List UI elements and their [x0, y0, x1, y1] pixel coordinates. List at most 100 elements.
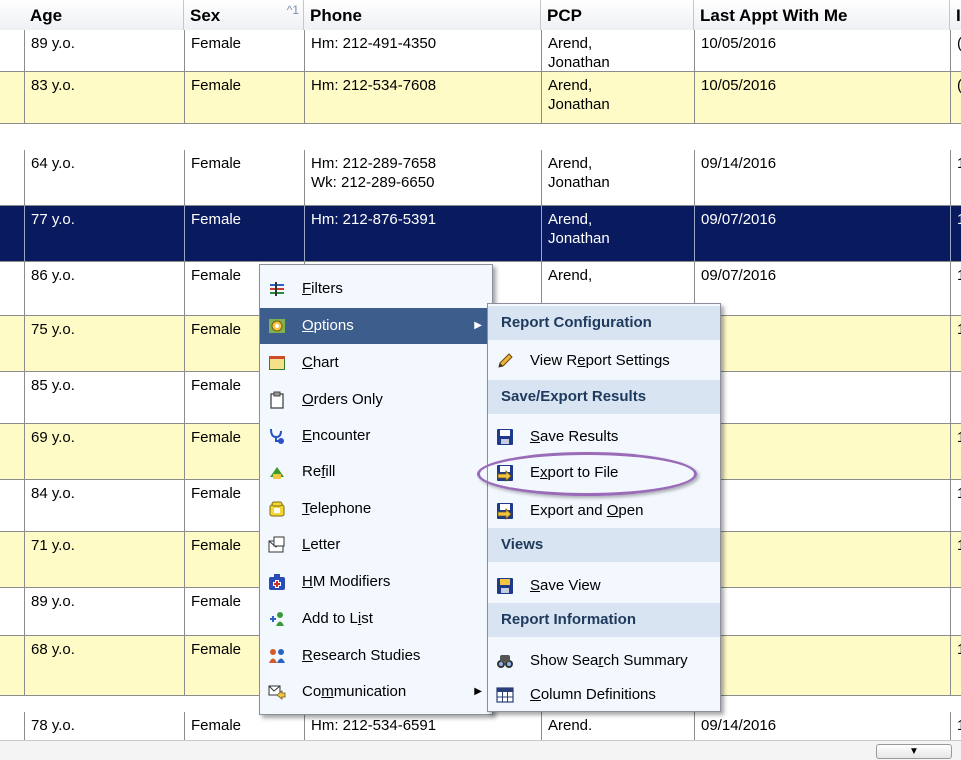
- cell-pcp: Arend.: [541, 712, 694, 740]
- submenu-arrow-icon: ▶: [474, 686, 482, 697]
- menu-item-show-search-summary[interactable]: Show Search Summary: [488, 643, 720, 679]
- section-report-information: Report Information: [488, 603, 720, 637]
- stethoscope-icon: [270, 428, 284, 444]
- section-report-configuration: Report Configuration: [488, 306, 720, 340]
- cell-sex-line1: Female: [191, 211, 242, 228]
- menu-item-save-results[interactable]: Save Results: [488, 419, 720, 455]
- floppy-disk-icon: [497, 429, 513, 445]
- column-header-pcp[interactable]: PCP: [541, 0, 694, 30]
- status-bar: ▼: [0, 740, 961, 760]
- context-menu: Filters Options ▶ Chart Orders Only Encounter…: [259, 264, 493, 715]
- column-header-last-appt[interactable]: Last Appt With Me: [694, 0, 950, 30]
- menu-item-letter[interactable]: Letter: [260, 527, 492, 563]
- communication-icon: [268, 685, 286, 700]
- table-row[interactable]: 64 y.o. Female Hm: 212-289-7658 Wk: 212-289…: [0, 150, 961, 206]
- cell-extra: 1: [950, 532, 961, 587]
- cell-sex: Female: [184, 712, 304, 740]
- cell-last-appt: [694, 636, 950, 695]
- menu-item-view-report-settings[interactable]: View Report Settings: [488, 343, 720, 379]
- menu-item-options[interactable]: Options ▶: [260, 308, 492, 344]
- column-header-extra[interactable]: I: [950, 0, 961, 30]
- cell-pcp: Arend, Jonathan: [541, 30, 694, 71]
- cell-last-appt-line1: 10/05/2016: [701, 77, 777, 94]
- menu-item-research-studies[interactable]: Research Studies: [260, 638, 492, 674]
- cell-phone: Hm: 212-534-6591: [304, 712, 541, 740]
- menu-item-orders-only[interactable]: Orders Only: [260, 382, 492, 418]
- cell-last-appt: [694, 424, 950, 479]
- cell-age-line1: 84 y.o.: [31, 485, 75, 502]
- cell-last-appt: [694, 480, 950, 531]
- cell-age-line1: 64 y.o.: [31, 155, 75, 172]
- cell-age-line1: 78 y.o.: [31, 717, 75, 734]
- cell-pcp: Arend, Jonathan: [541, 206, 694, 261]
- table-row[interactable]: 89 y.o. Female Hm: 212-491-4350 Arend, Jonat…: [0, 30, 961, 72]
- save-view-icon: [497, 578, 513, 594]
- cell-phone-line1: Hm: 212-876-5391: [311, 211, 437, 228]
- cell-age-line1: 75 y.o.: [31, 321, 75, 338]
- section-views: Views: [488, 528, 720, 562]
- cell-extra-line1: 1: [957, 484, 961, 503]
- cell-pcp-line2: Jonathan: [548, 174, 610, 191]
- cell-age-line1: 77 y.o.: [31, 211, 75, 228]
- cell-pcp-line1: Arend,: [548, 211, 593, 228]
- cell-age: 75 y.o.: [24, 316, 184, 371]
- cell-last-appt-line1: 09/07/2016: [701, 211, 777, 228]
- binoculars-icon: [497, 655, 513, 668]
- cell-last-appt: 09/07/2016: [694, 206, 950, 261]
- menu-item-communication[interactable]: Communication ▶: [260, 674, 492, 710]
- cell-age: 78 y.o.: [24, 712, 184, 740]
- table-row[interactable]: 78 y.o. Female Hm: 212-534-6591 Arend. 09/14…: [0, 712, 961, 740]
- table-row[interactable]: 83 y.o. Female Hm: 212-534-7608 Arend, Jonat…: [0, 72, 961, 124]
- cell-extra-line1: 1: [957, 536, 961, 555]
- cell-phone-line1: Hm: 212-491-4350: [311, 35, 437, 52]
- menu-item-add-to-list[interactable]: Add to List: [260, 601, 492, 637]
- cell-extra: 1: [950, 480, 961, 531]
- cell-age: 89 y.o.: [24, 588, 184, 635]
- orders-icon: [270, 391, 284, 409]
- column-header-age[interactable]: Age: [24, 0, 184, 30]
- cell-age: 68 y.o.: [24, 636, 184, 695]
- cell-extra: [950, 588, 961, 635]
- menu-item-chart[interactable]: Chart: [260, 345, 492, 381]
- cell-phone: Hm: 212-491-4350: [304, 30, 541, 71]
- cell-age: 83 y.o.: [24, 72, 184, 123]
- cell-extra-line1: (: [957, 34, 961, 53]
- menu-item-column-definitions[interactable]: Column Definitions: [488, 677, 720, 713]
- cell-pcp: Arend, Jonathan: [541, 150, 694, 205]
- cell-extra-line1: 1: [957, 716, 961, 735]
- grid-header: Age Sex ^1 Phone PCP Last Appt With Me I: [0, 0, 961, 31]
- menu-item-telephone[interactable]: Telephone: [260, 491, 492, 527]
- menu-item-filters[interactable]: Filters: [260, 271, 492, 307]
- menu-item-encounter[interactable]: Encounter: [260, 418, 492, 454]
- cell-age: 69 y.o.: [24, 424, 184, 479]
- menu-item-refill[interactable]: Refill: [260, 454, 492, 490]
- cell-phone-line1: Hm: 212-534-7608: [311, 77, 437, 94]
- cell-sex: Female: [184, 206, 304, 261]
- cell-extra: 1: [950, 150, 961, 205]
- cell-pcp-line1: Arend,: [548, 77, 593, 94]
- menu-item-export-and-open[interactable]: Export and Open: [488, 493, 720, 529]
- scroll-down-button[interactable]: ▼: [876, 744, 952, 759]
- cell-age: 84 y.o.: [24, 480, 184, 531]
- sort-indicator: ^1: [286, 3, 299, 17]
- table-row[interactable]: 77 y.o. Female Hm: 212-876-5391 Arend, Jonat…: [0, 206, 961, 262]
- cell-pcp-line2: Jonathan: [548, 96, 610, 113]
- cell-last-appt: [694, 588, 950, 635]
- export-open-icon: [497, 503, 513, 520]
- cell-extra: [950, 372, 961, 423]
- cell-phone-line1: Hm: 212-289-7658: [311, 155, 437, 172]
- cell-age: 89 y.o.: [24, 30, 184, 71]
- letter-icon: [268, 536, 285, 553]
- cell-age-line1: 68 y.o.: [31, 641, 75, 658]
- cell-phone: Hm: 212-534-7608: [304, 72, 541, 123]
- menu-item-hm-modifiers[interactable]: HM Modifiers: [260, 564, 492, 600]
- cell-pcp-line1: Arend,: [548, 155, 593, 172]
- cell-age-line1: 83 y.o.: [31, 77, 75, 94]
- menu-item-save-view[interactable]: Save View: [488, 568, 720, 604]
- column-header-phone[interactable]: Phone: [304, 0, 541, 30]
- cell-age: 71 y.o.: [24, 532, 184, 587]
- cell-sex-line1: Female: [191, 717, 242, 734]
- cell-age-line1: 89 y.o.: [31, 35, 75, 52]
- column-header-sex[interactable]: Sex ^1: [184, 0, 304, 30]
- cell-phone-line2: Wk: 212-289-6650: [311, 174, 435, 191]
